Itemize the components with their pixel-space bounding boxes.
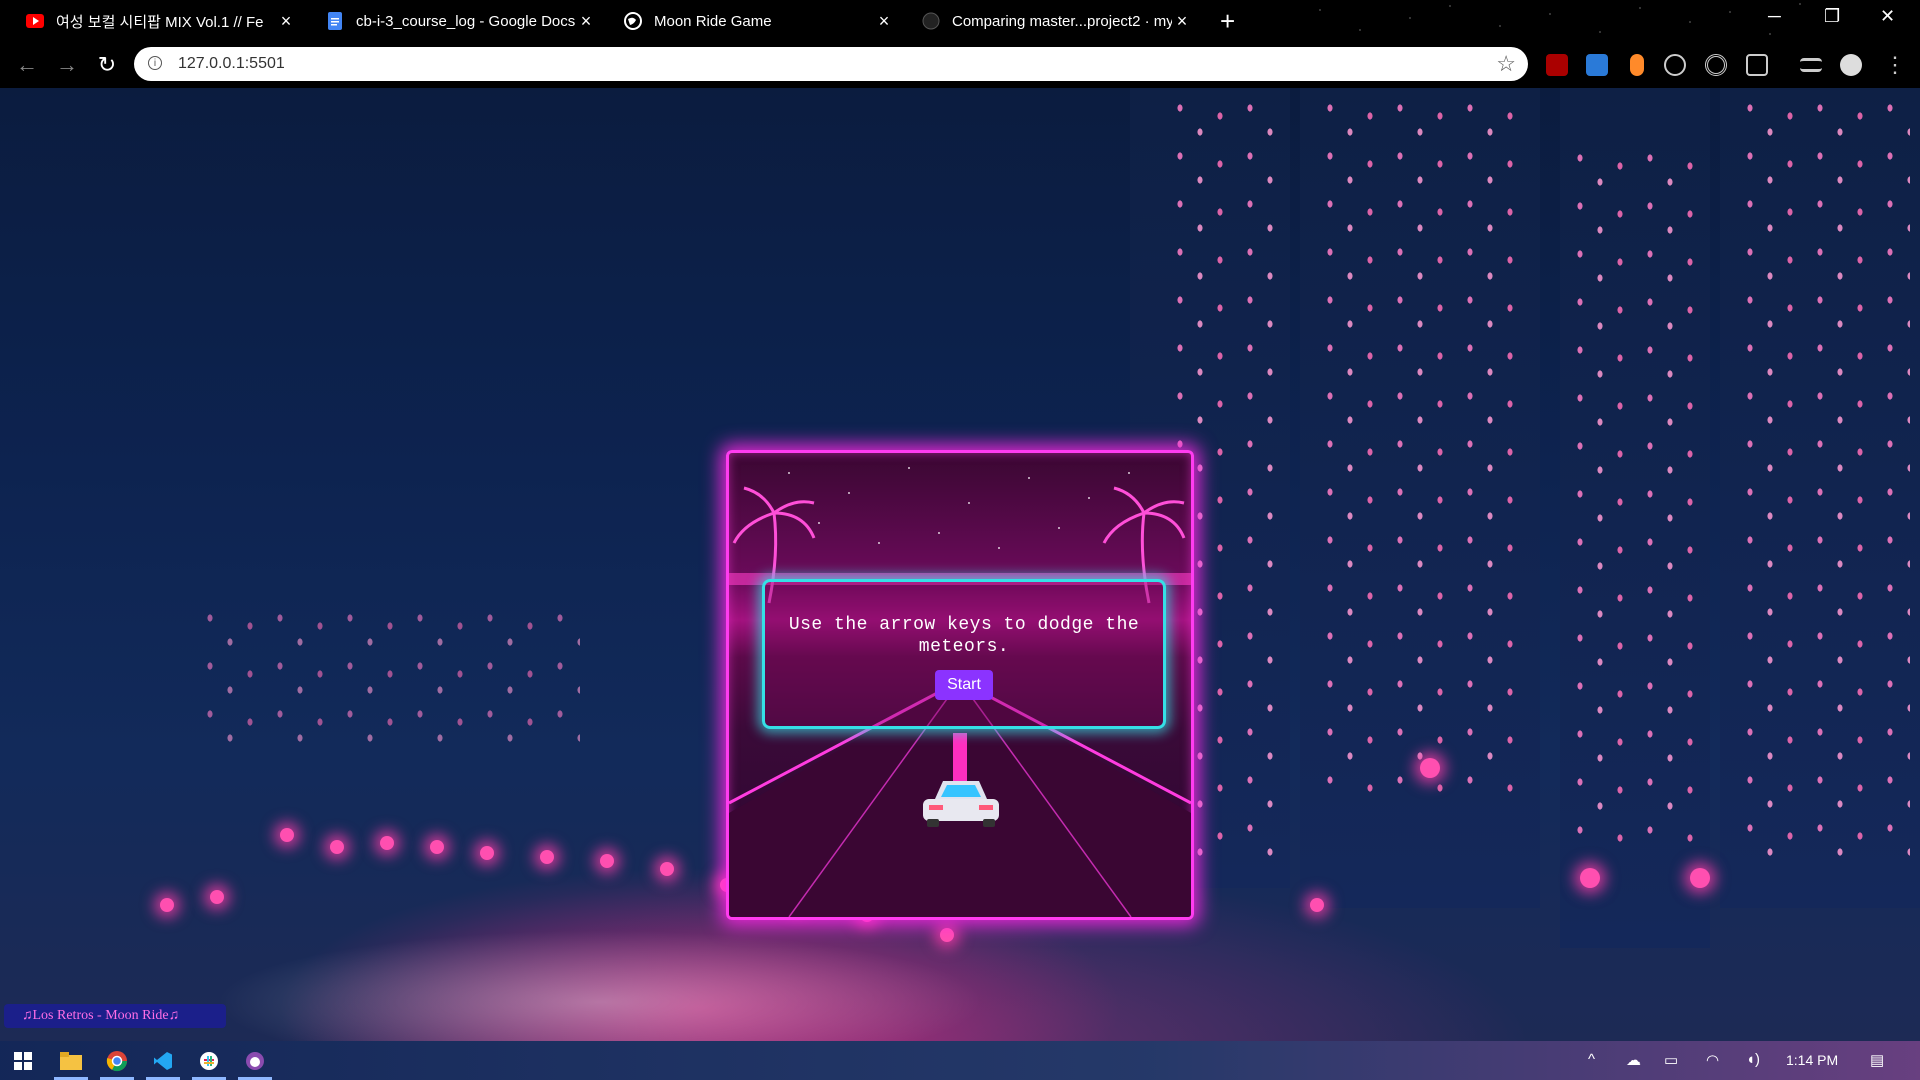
tab-close-button[interactable]: × bbox=[1172, 11, 1192, 32]
chrome-icon[interactable] bbox=[104, 1048, 130, 1074]
media-controls-icon[interactable] bbox=[1800, 58, 1822, 72]
street-light bbox=[1580, 868, 1600, 888]
bookmark-star-icon[interactable]: ☆ bbox=[1496, 51, 1516, 77]
game-canvas[interactable]: Use the arrow keys to dodge the meteors.… bbox=[726, 450, 1194, 920]
starfield-decoration bbox=[1300, 0, 1820, 42]
url-text[interactable]: 127.0.0.1:5501 bbox=[178, 47, 285, 81]
building-windows bbox=[1740, 98, 1910, 858]
address-bar[interactable]: i 127.0.0.1:5501 ☆ bbox=[134, 47, 1528, 81]
player-car bbox=[923, 781, 999, 827]
browser-toolbar: ← → ↻ i 127.0.0.1:5501 ☆ ⋮ bbox=[0, 42, 1920, 88]
street-light bbox=[660, 862, 674, 876]
tab-close-button[interactable]: × bbox=[276, 11, 296, 32]
windows-start-icon[interactable] bbox=[10, 1048, 36, 1074]
street-light bbox=[330, 840, 344, 854]
battery-icon[interactable]: ▭ bbox=[1664, 1051, 1678, 1069]
road-glow bbox=[150, 918, 1050, 1041]
building-windows bbox=[1570, 148, 1700, 848]
show-hidden-icons-chevron-icon[interactable]: ^ bbox=[1588, 1051, 1595, 1068]
tab-close-button[interactable]: × bbox=[576, 11, 596, 32]
page-background: Use the arrow keys to dodge the meteors.… bbox=[0, 88, 1920, 1041]
tab-title: Comparing master...project2 · my bbox=[952, 12, 1172, 30]
back-button[interactable]: ← bbox=[12, 50, 42, 80]
file-explorer-icon[interactable] bbox=[58, 1048, 84, 1074]
onedrive-cloud-icon[interactable]: ☁ bbox=[1626, 1051, 1641, 1069]
github-desktop-icon[interactable] bbox=[242, 1048, 268, 1074]
now-playing-ticker: ♫Los Retros - Moon Ride♫ bbox=[4, 1004, 226, 1028]
target-extension-icon[interactable] bbox=[1705, 54, 1727, 76]
tab-title: 여성 보컬 시티팝 MIX Vol.1 // Fe bbox=[56, 13, 264, 31]
taskbar-clock[interactable]: 1:14 PM bbox=[1786, 1041, 1838, 1080]
instructions-text: Use the arrow keys to dodge the meteors. bbox=[788, 615, 1140, 657]
close-window-button[interactable]: ✕ bbox=[1880, 6, 1895, 27]
minimize-button[interactable]: ─ bbox=[1768, 6, 1781, 27]
street-light bbox=[210, 890, 224, 904]
street-light bbox=[1420, 758, 1440, 778]
notifications-icon[interactable]: ▤ bbox=[1870, 1051, 1884, 1069]
start-button[interactable]: Start bbox=[935, 670, 993, 700]
youtube-icon bbox=[26, 12, 44, 30]
tab-github[interactable]: Comparing master...project2 · my × bbox=[912, 0, 1202, 42]
colorpicker-extension-icon[interactable] bbox=[1630, 54, 1644, 76]
ublock-extension-icon[interactable] bbox=[1546, 54, 1568, 76]
tab-title: cb-i-3_course_log - Google Docs bbox=[356, 12, 576, 30]
building-windows bbox=[1320, 98, 1520, 798]
screenshot-extension-icon[interactable] bbox=[1586, 54, 1608, 76]
new-tab-button[interactable]: + bbox=[1220, 6, 1235, 37]
vscode-icon[interactable] bbox=[150, 1048, 176, 1074]
building-windows bbox=[200, 608, 580, 758]
tab-google-docs[interactable]: cb-i-3_course_log - Google Docs × bbox=[316, 0, 606, 42]
slack-icon[interactable] bbox=[196, 1048, 222, 1074]
restore-button[interactable]: ❐ bbox=[1824, 6, 1840, 27]
street-light bbox=[1690, 868, 1710, 888]
tab-moon-ride-game[interactable]: Moon Ride Game × bbox=[614, 0, 904, 42]
reload-button[interactable]: ↻ bbox=[92, 50, 122, 80]
menu-kebab-icon[interactable]: ⋮ bbox=[1880, 50, 1910, 80]
tab-close-button[interactable]: × bbox=[874, 11, 894, 32]
github-icon bbox=[922, 12, 940, 30]
street-light bbox=[280, 828, 294, 842]
wifi-icon[interactable]: ◠ bbox=[1706, 1051, 1719, 1069]
street-light bbox=[1310, 898, 1324, 912]
volume-icon[interactable]: ◖) bbox=[1746, 1051, 1760, 1068]
profile-avatar[interactable] bbox=[1840, 54, 1862, 76]
tab-youtube[interactable]: 여성 보컬 시티팝 MIX Vol.1 // Fe × bbox=[16, 0, 306, 42]
windows-taskbar: ^ ☁ ▭ ◠ ◖) 1:14 PM ▤ bbox=[0, 1041, 1920, 1080]
forward-button[interactable]: → bbox=[52, 50, 82, 80]
street-light bbox=[430, 840, 444, 854]
site-info-icon[interactable]: i bbox=[148, 56, 162, 70]
tab-strip: 여성 보컬 시티팝 MIX Vol.1 // Fe × cb-i-3_cours… bbox=[0, 0, 1920, 42]
tab-title: Moon Ride Game bbox=[654, 12, 772, 30]
street-light bbox=[160, 898, 174, 912]
street-light bbox=[600, 854, 614, 868]
google-docs-icon bbox=[326, 12, 344, 30]
react-devtools-icon[interactable] bbox=[1664, 54, 1686, 76]
street-light bbox=[380, 836, 394, 850]
start-dialog: Use the arrow keys to dodge the meteors.… bbox=[762, 579, 1166, 729]
pen-extension-icon[interactable] bbox=[1746, 54, 1768, 76]
street-light bbox=[480, 846, 494, 860]
street-light bbox=[540, 850, 554, 864]
globe-icon bbox=[624, 12, 642, 30]
